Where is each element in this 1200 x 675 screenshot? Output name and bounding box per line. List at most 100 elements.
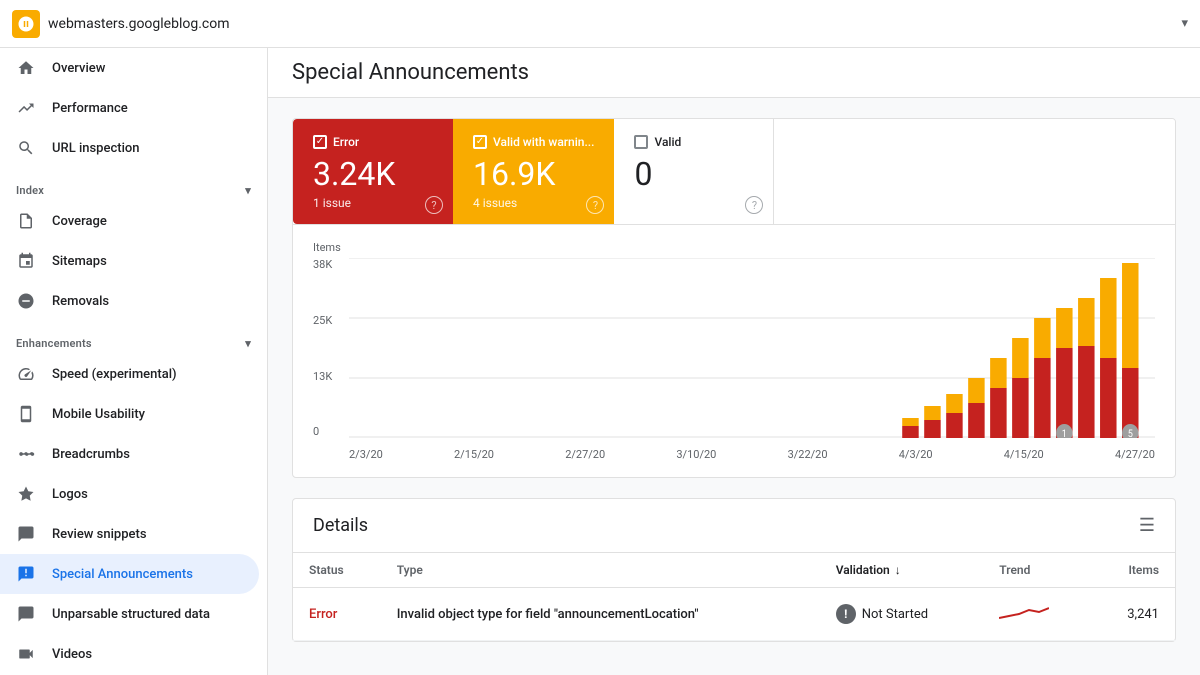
- x-tick-5: 3/22/20: [788, 448, 828, 461]
- table-header: Status Type Validation ↓ Trend Items: [293, 553, 1175, 588]
- not-started-badge: ! Not Started: [836, 604, 968, 624]
- chart-y-label: Items: [313, 241, 1155, 254]
- sidebar-label-removals: Removals: [52, 294, 109, 309]
- sidebar-item-performance[interactable]: Performance: [0, 88, 259, 128]
- details-section: Details ☰ Status Type Validation ↓ Trend: [292, 498, 1176, 642]
- warning-card[interactable]: Valid with warnin... 16.9K 4 issues ?: [453, 119, 614, 224]
- x-tick-2: 2/15/20: [454, 448, 494, 461]
- speed-icon: [16, 364, 36, 384]
- sidebar-item-sitemaps[interactable]: Sitemaps: [0, 241, 259, 281]
- index-section-label: Index: [16, 184, 44, 197]
- sidebar-item-mobile-usability[interactable]: Mobile Usability: [0, 394, 259, 434]
- sidebar-label-performance: Performance: [52, 101, 128, 116]
- review-icon: [16, 524, 36, 544]
- enhancements-section-header: Enhancements ▾: [0, 321, 267, 354]
- coverage-icon: [16, 211, 36, 231]
- warning-checkbox[interactable]: [473, 135, 487, 149]
- sidebar-label-coverage: Coverage: [52, 214, 107, 229]
- sidebar-item-url-inspection[interactable]: URL inspection: [0, 128, 259, 168]
- col-type: Type: [381, 553, 820, 588]
- domain-name: webmasters.googleblog.com: [48, 16, 1181, 32]
- page-header: Special Announcements: [268, 48, 1200, 98]
- top-bar: webmasters.googleblog.com ▾: [0, 0, 1200, 48]
- sidebar-label-videos: Videos: [52, 647, 92, 662]
- home-icon: [16, 58, 36, 78]
- removals-icon: [16, 291, 36, 311]
- enhancements-collapse-icon[interactable]: ▾: [245, 337, 251, 350]
- sidebar-item-videos[interactable]: Videos: [0, 634, 259, 674]
- video-icon: [16, 644, 36, 664]
- valid-label: Valid: [634, 135, 753, 149]
- trend-svg: [999, 600, 1049, 624]
- error-info-icon[interactable]: ?: [425, 196, 443, 214]
- sidebar-label-mobile: Mobile Usability: [52, 407, 145, 422]
- sidebar: Overview Performance URL inspection Inde…: [0, 48, 268, 675]
- sidebar-item-unparsable[interactable]: Unparsable structured data: [0, 594, 259, 634]
- sidebar-item-logos[interactable]: Logos: [0, 474, 259, 514]
- x-tick-6: 4/3/20: [899, 448, 933, 461]
- valid-card[interactable]: Valid 0 ?: [614, 119, 774, 224]
- sidebar-label-special-announcements: Special Announcements: [52, 567, 193, 582]
- app-logo: [12, 10, 40, 38]
- valid-info-icon[interactable]: ?: [745, 196, 763, 214]
- col-trend: Trend: [983, 553, 1091, 588]
- error-issues: 1 issue: [313, 196, 433, 210]
- empty-card: [774, 119, 1175, 224]
- table-row: Error Invalid object type for field "ann…: [293, 588, 1175, 641]
- mobile-icon: [16, 404, 36, 424]
- enhancements-section-label: Enhancements: [16, 337, 92, 350]
- table-body: Error Invalid object type for field "ann…: [293, 588, 1175, 641]
- row-items: 3,241: [1091, 588, 1175, 641]
- valid-checkbox[interactable]: [634, 135, 648, 149]
- unparsable-icon: [16, 604, 36, 624]
- index-collapse-icon[interactable]: ▾: [245, 184, 251, 197]
- row-trend: [983, 588, 1091, 641]
- announcement-icon: [16, 564, 36, 584]
- sidebar-item-overview[interactable]: Overview: [0, 48, 259, 88]
- sidebar-item-review-snippets[interactable]: Review snippets: [0, 514, 259, 554]
- chart-inner: 38K 25K 13K 0: [313, 258, 1155, 461]
- sidebar-item-speed[interactable]: Speed (experimental): [0, 354, 259, 394]
- svg-text:5: 5: [1128, 429, 1133, 438]
- sidebar-item-coverage[interactable]: Coverage: [0, 201, 259, 241]
- sort-icon: ↓: [895, 563, 901, 577]
- y-tick-0: 0: [313, 425, 343, 438]
- sidebar-item-special-announcements[interactable]: Special Announcements: [0, 554, 259, 594]
- x-axis: 2/3/20 2/15/20 2/27/20 3/10/20 3/22/20 4…: [349, 448, 1155, 461]
- chart-area: Items 38K 25K 13K 0: [293, 225, 1175, 477]
- warning-issues: 4 issues: [473, 196, 594, 210]
- chart-svg-container: 1: [349, 258, 1155, 461]
- x-tick-7: 4/15/20: [1004, 448, 1044, 461]
- sidebar-item-breadcrumbs[interactable]: Breadcrumbs: [0, 434, 259, 474]
- filter-icon[interactable]: ☰: [1139, 515, 1155, 536]
- x-tick-4: 3/10/20: [676, 448, 716, 461]
- sidebar-label-url-inspection: URL inspection: [52, 141, 140, 156]
- details-header: Details ☰: [293, 499, 1175, 553]
- index-section-header: Index ▾: [0, 168, 267, 201]
- y-tick-38k: 38K: [313, 258, 343, 271]
- col-status: Status: [293, 553, 381, 588]
- error-checkbox[interactable]: [313, 135, 327, 149]
- y-tick-25k: 25K: [313, 314, 343, 327]
- sidebar-item-removals[interactable]: Removals: [0, 281, 259, 321]
- sidebar-label-review-snippets: Review snippets: [52, 527, 147, 542]
- warning-info-icon[interactable]: ?: [586, 196, 604, 214]
- status-section: Error 3.24K 1 issue ? Valid with warnin.…: [292, 118, 1176, 478]
- y-axis: 38K 25K 13K 0: [313, 258, 349, 438]
- sidebar-label-overview: Overview: [52, 61, 105, 76]
- content-body: Error 3.24K 1 issue ? Valid with warnin.…: [268, 98, 1200, 662]
- cards-row: Error 3.24K 1 issue ? Valid with warnin.…: [293, 119, 1175, 225]
- x-tick-1: 2/3/20: [349, 448, 383, 461]
- error-card[interactable]: Error 3.24K 1 issue ?: [293, 119, 453, 224]
- row-validation: ! Not Started: [820, 588, 984, 641]
- warning-count: 16.9K: [473, 157, 594, 192]
- details-table: Status Type Validation ↓ Trend Items: [293, 553, 1175, 641]
- warning-label: Valid with warnin...: [473, 135, 594, 149]
- sidebar-label-logos: Logos: [52, 487, 88, 502]
- sidebar-label-speed: Speed (experimental): [52, 367, 177, 382]
- col-validation[interactable]: Validation ↓: [820, 553, 984, 588]
- x-tick-8: 4/27/20: [1115, 448, 1155, 461]
- trending-up-icon: [16, 98, 36, 118]
- domain-chevron[interactable]: ▾: [1181, 16, 1188, 31]
- details-title: Details: [313, 515, 368, 536]
